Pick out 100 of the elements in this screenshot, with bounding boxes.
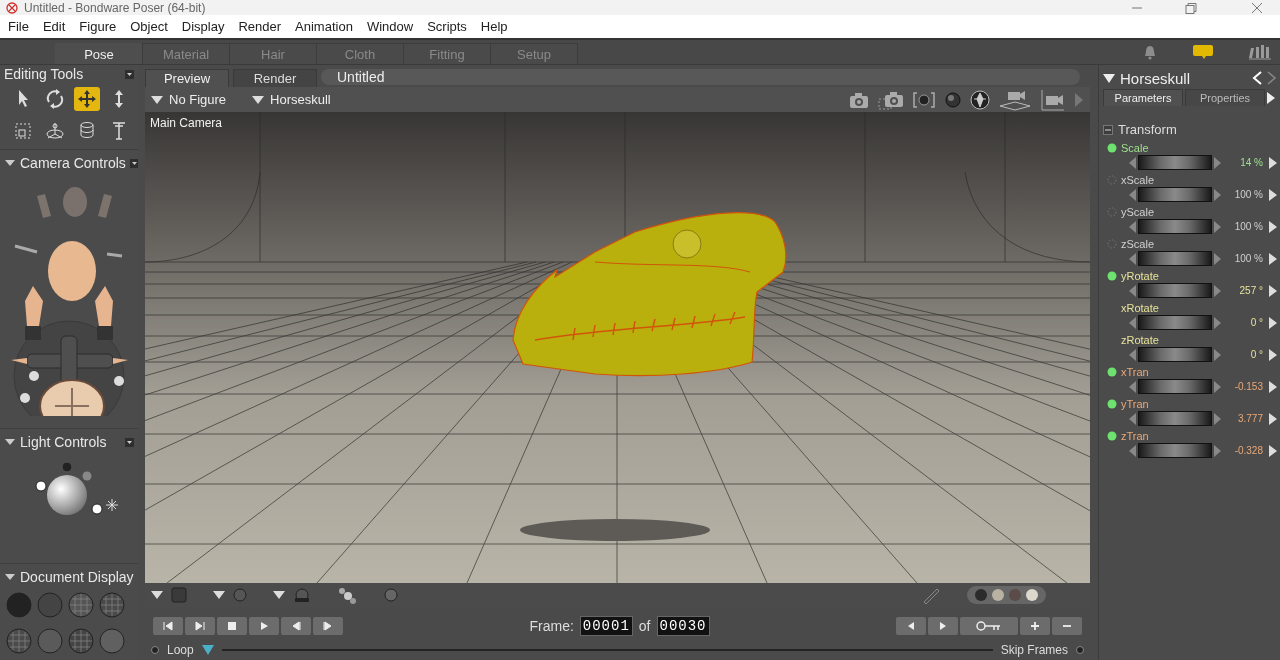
next-icon[interactable]	[1267, 71, 1277, 85]
parameter-value[interactable]: -0.328	[1223, 445, 1267, 456]
increase-arrow-icon[interactable]	[1214, 412, 1221, 425]
increase-arrow-icon[interactable]	[1214, 316, 1221, 329]
document-tab[interactable]: Render	[233, 69, 317, 87]
expand-arrow-icon[interactable]	[1269, 380, 1277, 393]
loop-toggle-icon[interactable]	[151, 646, 159, 655]
parameter-value[interactable]: 100 %	[1223, 221, 1267, 232]
skip-frames-toggle-icon[interactable]	[1076, 646, 1084, 655]
decrease-arrow-icon[interactable]	[1129, 156, 1136, 169]
parameter-value[interactable]: 257 °	[1223, 285, 1267, 296]
display-style-icon[interactable]	[99, 628, 125, 654]
expand-arrow-icon[interactable]	[1269, 444, 1277, 457]
expand-arrow-icon[interactable]	[1269, 412, 1277, 425]
frame-camera-icon[interactable]	[912, 90, 936, 109]
parameter-dial[interactable]	[1138, 411, 1212, 426]
more-arrow-icon[interactable]	[1267, 91, 1275, 104]
display-style-icon[interactable]	[6, 628, 32, 654]
display-style-icon[interactable]	[68, 592, 94, 618]
play-button[interactable]	[249, 616, 279, 635]
parameter-dial[interactable]	[1138, 347, 1212, 362]
increase-arrow-icon[interactable]	[1214, 380, 1221, 393]
restore-icon[interactable]	[1184, 1, 1198, 14]
expand-arrow-icon[interactable]	[1269, 348, 1277, 361]
camera-icon[interactable]	[848, 90, 870, 109]
expand-arrow-icon[interactable]	[1269, 316, 1277, 329]
dropdown-icon[interactable]	[151, 95, 163, 104]
close-icon[interactable]	[1250, 1, 1264, 14]
chat-icon[interactable]	[1192, 44, 1214, 60]
parameter-value[interactable]: 0 °	[1223, 349, 1267, 360]
parameter-dial[interactable]	[1138, 251, 1212, 266]
menu-item[interactable]: Display	[174, 19, 232, 34]
actor-selector[interactable]: Horseskull	[270, 92, 331, 108]
skip-frames-label[interactable]: Skip Frames	[1000, 643, 1068, 658]
increase-arrow-icon[interactable]	[1214, 220, 1221, 233]
decrease-arrow-icon[interactable]	[1129, 188, 1136, 201]
menu-item[interactable]: Help	[473, 19, 515, 34]
dropdown-icon[interactable]	[213, 591, 225, 600]
dropdown-icon[interactable]	[151, 591, 163, 600]
menu-item[interactable]: Figure	[72, 19, 124, 34]
library-icon[interactable]	[1248, 44, 1272, 60]
display-style-icon[interactable]	[99, 592, 125, 618]
key-dot-icon[interactable]	[1107, 366, 1117, 377]
color-swatch[interactable]	[1026, 589, 1038, 602]
panel-menu-icon[interactable]	[129, 158, 138, 168]
next-key-button[interactable]	[928, 616, 958, 635]
previous-key-button[interactable]	[896, 616, 926, 635]
key-dot-icon[interactable]	[1107, 270, 1117, 281]
figure-selector[interactable]: No Figure	[169, 92, 227, 108]
panel-tab[interactable]: Properties	[1185, 89, 1265, 106]
keyframes-button[interactable]	[960, 616, 1018, 635]
loop-label[interactable]: Loop	[167, 643, 194, 658]
dropdown-icon[interactable]	[273, 591, 285, 600]
key-dot-icon[interactable]	[1107, 142, 1117, 153]
decrease-arrow-icon[interactable]	[1129, 252, 1136, 265]
increase-arrow-icon[interactable]	[1214, 444, 1221, 457]
parameter-dial[interactable]	[1138, 219, 1212, 234]
decrease-arrow-icon[interactable]	[1129, 316, 1136, 329]
menu-item[interactable]: Scripts	[420, 19, 474, 34]
add-key-button[interactable]	[1020, 616, 1050, 635]
display-style-icon[interactable]	[68, 628, 94, 654]
parameter-dial[interactable]	[1138, 283, 1212, 298]
panel-menu-icon[interactable]	[125, 437, 134, 447]
expand-arrow-icon[interactable]	[1269, 252, 1277, 265]
bell-icon[interactable]	[1142, 44, 1158, 60]
collapse-icon[interactable]	[1103, 124, 1113, 135]
parameter-dial[interactable]	[1138, 187, 1212, 202]
ball-cluster-icon[interactable]	[337, 586, 357, 605]
parameter-value[interactable]: 14 %	[1223, 157, 1267, 168]
menu-item[interactable]: Window	[359, 19, 421, 34]
key-dot-icon[interactable]	[1107, 398, 1117, 409]
decrease-arrow-icon[interactable]	[1129, 412, 1136, 425]
menu-item[interactable]: File	[1, 19, 36, 34]
color-swatch[interactable]	[975, 589, 987, 602]
increase-arrow-icon[interactable]	[1214, 156, 1221, 169]
increase-arrow-icon[interactable]	[1214, 348, 1221, 361]
decrease-arrow-icon[interactable]	[1129, 348, 1136, 361]
camera-axis-icon[interactable]	[1040, 88, 1066, 111]
menu-item[interactable]: Edit	[35, 19, 73, 34]
expand-arrow-icon[interactable]	[1269, 156, 1277, 169]
collapse-icon[interactable]	[4, 572, 16, 582]
parameter-dial[interactable]	[1138, 379, 1212, 394]
document-tab[interactable]: Preview	[145, 69, 229, 87]
expand-arrow-icon[interactable]	[1269, 188, 1277, 201]
increase-arrow-icon[interactable]	[1214, 284, 1221, 297]
panel-tab[interactable]: Parameters	[1103, 89, 1183, 106]
room-tab[interactable]: Pose	[55, 43, 143, 64]
parameter-value[interactable]: 3.777	[1223, 413, 1267, 424]
menu-item[interactable]: Render	[231, 19, 289, 34]
camera-frame-icon[interactable]	[878, 89, 904, 110]
decrease-arrow-icon[interactable]	[1129, 220, 1136, 233]
key-dot-icon[interactable]	[1107, 430, 1117, 441]
parameter-dial[interactable]	[1138, 155, 1212, 170]
increase-arrow-icon[interactable]	[1214, 252, 1221, 265]
collapse-icon[interactable]	[4, 437, 16, 447]
menu-item[interactable]: Animation	[288, 19, 360, 34]
decrease-arrow-icon[interactable]	[1129, 380, 1136, 393]
go-to-start-button[interactable]	[153, 616, 183, 635]
camera-platform-icon[interactable]	[998, 88, 1032, 111]
parameter-value[interactable]: 100 %	[1223, 189, 1267, 200]
